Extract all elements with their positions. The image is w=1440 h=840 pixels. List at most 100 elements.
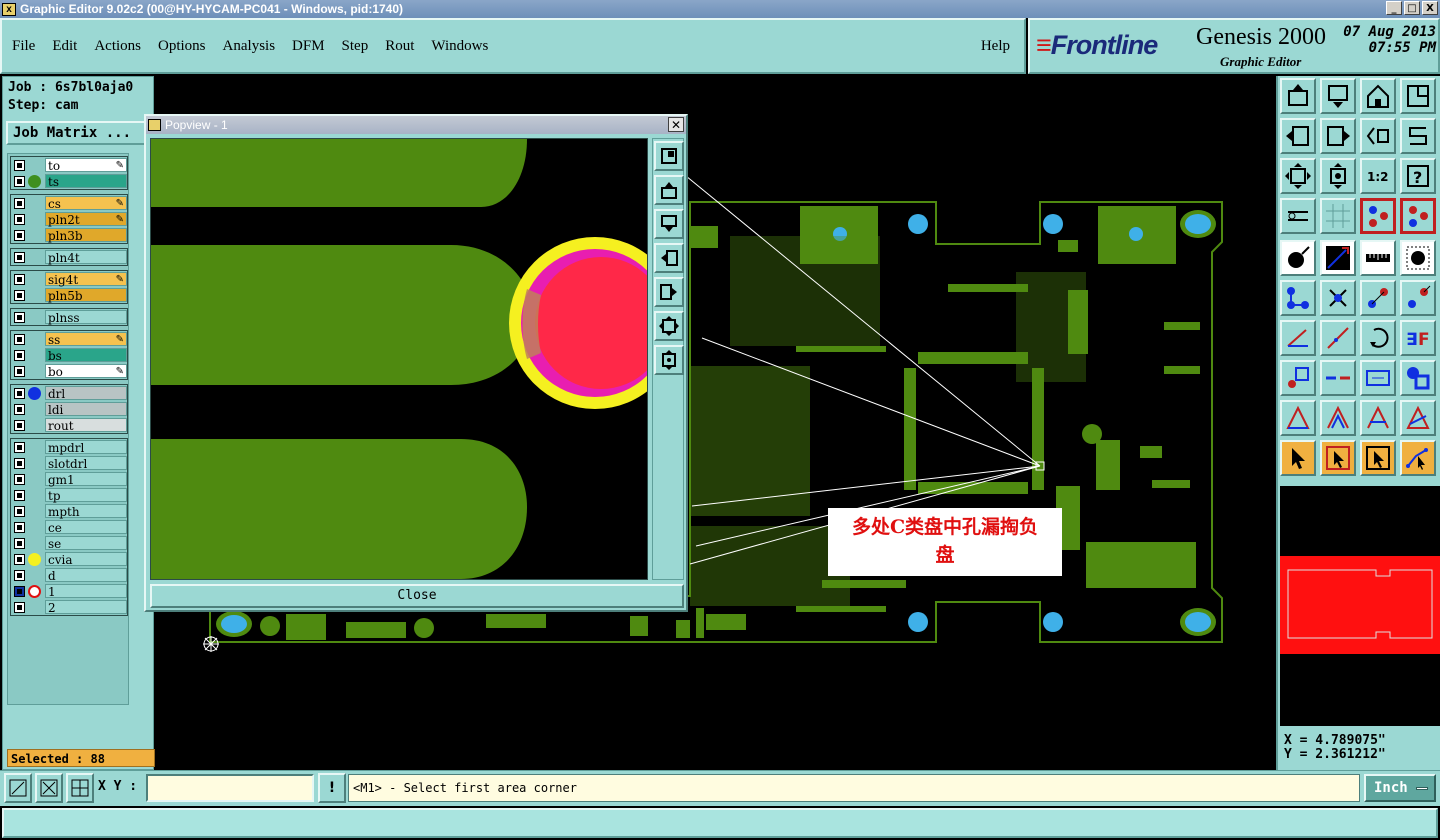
ruler-icon[interactable] <box>1360 240 1396 276</box>
zoom-area-icon[interactable] <box>654 141 684 171</box>
menu-rout[interactable]: Rout <box>385 38 414 55</box>
menu-file[interactable]: File <box>12 38 35 55</box>
layer-checkbox[interactable] <box>14 521 25 533</box>
break-icon[interactable] <box>1320 360 1356 396</box>
select-area-icon[interactable] <box>1320 440 1356 476</box>
minimize-button[interactable]: _ <box>1386 1 1402 15</box>
pan-up-icon[interactable] <box>1280 78 1316 114</box>
menu-options[interactable]: Options <box>158 38 206 55</box>
layer-row[interactable]: rout <box>11 417 127 433</box>
layer-row[interactable]: mpdrl <box>11 439 127 455</box>
layer-row[interactable]: se <box>11 535 127 551</box>
pan-right-icon[interactable] <box>654 277 684 307</box>
layer-row[interactable]: d <box>11 567 127 583</box>
zoom-fit-icon[interactable] <box>1280 158 1316 194</box>
help-icon[interactable]: ? <box>1400 158 1436 194</box>
arc-edit-icon[interactable] <box>1360 400 1396 436</box>
zoom-back-icon[interactable] <box>1360 118 1396 154</box>
zoom-home-icon[interactable] <box>1320 158 1356 194</box>
layer-name[interactable]: mpdrl <box>45 440 127 455</box>
move-icon[interactable] <box>1360 280 1396 316</box>
popview-close-icon[interactable]: ✕ <box>668 117 684 132</box>
layer-checkbox[interactable] <box>14 457 25 469</box>
menu-help[interactable]: Help <box>981 38 1010 55</box>
layer-row[interactable]: bs <box>11 347 127 363</box>
layer-checkbox[interactable] <box>14 387 25 399</box>
popview-close-button[interactable]: Close <box>150 584 684 608</box>
layer-row[interactable]: bo ✎ <box>11 363 127 379</box>
layer-name[interactable]: se <box>45 536 127 551</box>
menu-windows[interactable]: Windows <box>431 38 488 55</box>
layer-name[interactable]: mpth <box>45 504 127 519</box>
maximize-button[interactable]: □ <box>1404 1 1420 15</box>
layer-name[interactable]: ldi <box>45 402 127 417</box>
home-icon[interactable] <box>1360 78 1396 114</box>
layer-name[interactable]: slotdrl <box>45 456 127 471</box>
layer-checkbox[interactable] <box>14 585 25 597</box>
layer-checkbox[interactable] <box>14 489 25 501</box>
layer-checkbox[interactable] <box>14 289 25 301</box>
layer-row[interactable]: to ✎ <box>11 157 127 173</box>
angle-line-icon[interactable] <box>1280 320 1316 356</box>
layer-checkbox[interactable] <box>14 537 25 549</box>
layer-row[interactable]: mpth <box>11 503 127 519</box>
layer-checkbox[interactable] <box>14 159 25 171</box>
measure-icon[interactable] <box>1280 198 1316 234</box>
layer-name[interactable]: 2 <box>45 600 127 615</box>
layer-row[interactable]: ss ✎ <box>11 331 127 347</box>
layer-checkbox[interactable] <box>14 251 25 263</box>
layer-name[interactable]: ss ✎ <box>45 332 127 347</box>
layer-checkbox[interactable] <box>14 441 25 453</box>
layer-row[interactable]: cvia <box>11 551 127 567</box>
layer-name[interactable]: d <box>45 568 127 583</box>
zoom-1-to-2-icon[interactable]: 1:2 <box>1360 158 1396 194</box>
layer-checkbox[interactable] <box>14 229 25 241</box>
pan-down-icon[interactable] <box>1320 78 1356 114</box>
layer-name[interactable]: pln2t ✎ <box>45 212 127 227</box>
zoom-in-icon[interactable] <box>4 773 32 803</box>
layer-checkbox[interactable] <box>14 311 25 323</box>
unit-selector[interactable]: Inch <box>1364 774 1436 802</box>
layer-checkbox[interactable] <box>14 403 25 415</box>
pan-left-icon[interactable] <box>1280 118 1316 154</box>
stretch-icon[interactable] <box>1360 360 1396 396</box>
layer-checkbox[interactable] <box>14 505 25 517</box>
window-split-icon[interactable] <box>1400 78 1436 114</box>
layer-name[interactable]: ce <box>45 520 127 535</box>
layer-row[interactable]: sig4t ✎ <box>11 271 127 287</box>
pan-up-icon[interactable] <box>654 175 684 205</box>
xy-input[interactable] <box>146 774 314 802</box>
menu-step[interactable]: Step <box>342 38 369 55</box>
close-window-button[interactable]: X <box>1422 1 1438 15</box>
layer-name[interactable]: 1 <box>45 584 127 599</box>
layer-name[interactable]: cs ✎ <box>45 196 127 211</box>
layer-row[interactable]: 2 <box>11 599 127 615</box>
slant-line-icon[interactable] <box>1320 320 1356 356</box>
pan-left-icon[interactable] <box>654 243 684 273</box>
popview-canvas[interactable] <box>150 138 648 580</box>
layer-checkbox[interactable] <box>14 349 25 361</box>
add-feature-icon[interactable] <box>1280 240 1316 276</box>
mirror-icon[interactable]: ∃ F <box>1400 320 1436 356</box>
layer-name[interactable]: pln4t <box>45 250 127 265</box>
exclamation-button[interactable]: ! <box>318 773 346 803</box>
layer-checkbox[interactable] <box>14 333 25 345</box>
grid-icon[interactable] <box>1320 198 1356 234</box>
overview-map[interactable] <box>1280 486 1440 726</box>
zoom-out-icon[interactable] <box>35 773 63 803</box>
menu-analysis[interactable]: Analysis <box>223 38 276 55</box>
pan-down-icon[interactable] <box>654 209 684 239</box>
select-icon[interactable] <box>1280 440 1316 476</box>
layer-name[interactable]: bo ✎ <box>45 364 127 379</box>
zoom-center-icon[interactable] <box>654 345 684 375</box>
layer-name[interactable]: rout <box>45 418 127 433</box>
layer-name[interactable]: gm1 <box>45 472 127 487</box>
layer-checkbox[interactable] <box>14 197 25 209</box>
layer-name[interactable]: tp <box>45 488 127 503</box>
layer-checkbox[interactable] <box>14 553 25 565</box>
layer-row[interactable]: ldi <box>11 401 127 417</box>
snap-icon[interactable] <box>1360 198 1396 234</box>
menu-actions[interactable]: Actions <box>94 38 141 55</box>
layer-name[interactable]: to ✎ <box>45 158 127 173</box>
layer-row[interactable]: ts <box>11 173 127 189</box>
